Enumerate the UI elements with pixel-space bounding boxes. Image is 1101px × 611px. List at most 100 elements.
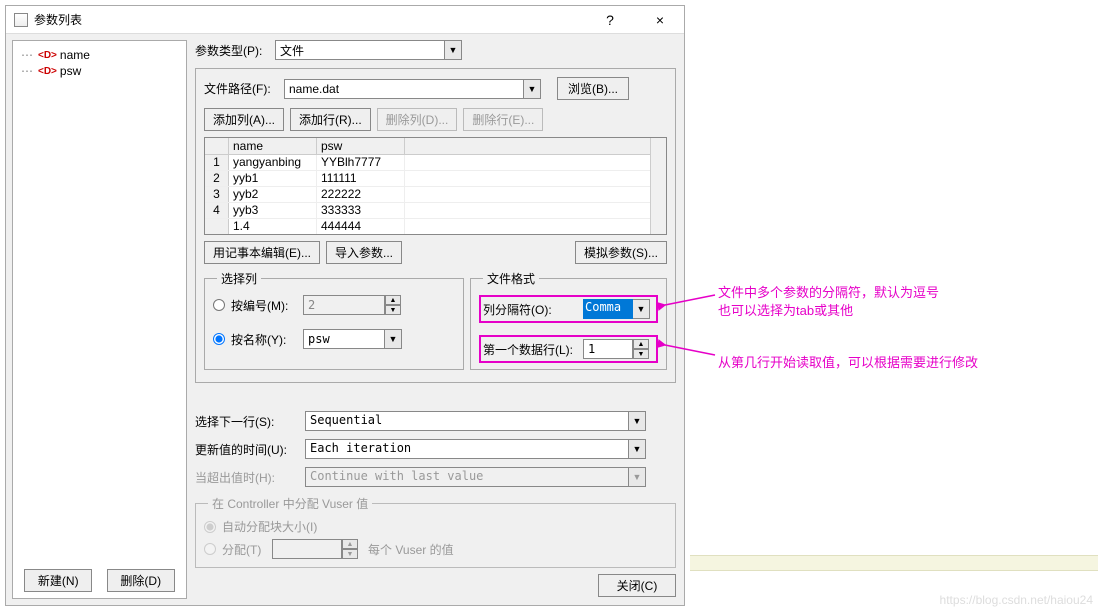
below-table-buttons: 用记事本编辑(E)... 导入参数... 模拟参数(S)... xyxy=(204,241,667,264)
vuser-legend: 在 Controller 中分配 Vuser 值 xyxy=(208,495,372,512)
table-row[interactable]: 3yyb2222222 xyxy=(205,187,650,203)
delimiter-row: 列分隔符(O): Comma ▼ xyxy=(479,295,658,323)
spin-down-icon: ▼ xyxy=(385,305,401,315)
param-tree[interactable]: ⋯ <D> name ⋯ <D> psw xyxy=(13,41,186,563)
th-rownum xyxy=(205,138,229,154)
vuser-spinner: ▲▼ xyxy=(342,539,358,559)
update-time-value: Each iteration xyxy=(305,439,629,459)
vuser-manual-radio xyxy=(204,543,216,555)
update-time-select[interactable]: Each iteration ▼ xyxy=(305,439,646,459)
chevron-down-icon[interactable]: ▼ xyxy=(629,411,646,431)
by-number-label: 按编号(M): xyxy=(231,297,303,314)
arrow-delimiter xyxy=(660,290,720,313)
titlebar: 参数列表 ? × xyxy=(6,6,684,34)
delimiter-select[interactable]: Comma ▼ xyxy=(583,299,650,319)
file-path-input[interactable]: ▼ xyxy=(284,79,541,99)
chevron-down-icon[interactable]: ▼ xyxy=(633,299,650,319)
annotation-firstrow: 从第几行开始读取值，可以根据需要进行修改 xyxy=(718,352,978,371)
annotation-delimiter-1: 文件中多个参数的分隔符，默认为逗号 xyxy=(718,282,939,301)
vuser-manual-row: 分配(T) ▲▼ 每个 Vuser 的值 xyxy=(204,539,667,559)
chevron-down-icon[interactable]: ▼ xyxy=(524,79,541,99)
by-name-radio[interactable] xyxy=(213,333,225,345)
file-format-fieldset: 文件格式 列分隔符(O): Comma ▼ 第一个数据行(L): ▲▼ xyxy=(470,270,667,370)
file-path-row: 文件路径(F): ▼ 浏览(B)... xyxy=(204,77,667,100)
import-params-button[interactable]: 导入参数... xyxy=(326,241,402,264)
table-body: 1yangyanbingYYBlh7777 2yyb1111111 3yyb22… xyxy=(205,155,650,235)
out-of-values-select: Continue with last value ▼ xyxy=(305,467,646,487)
watermark: https://blog.csdn.net/haiou24 xyxy=(940,593,1093,607)
tree-item-label: name xyxy=(60,48,90,62)
next-row-value: Sequential xyxy=(305,411,629,431)
select-column-fieldset: 选择列 按编号(M): ▲▼ 按名称(Y): ▼ xyxy=(204,270,464,370)
by-name-value[interactable] xyxy=(303,329,385,349)
file-path-label: 文件路径(F): xyxy=(204,80,284,97)
del-row-button: 删除行(E)... xyxy=(463,108,543,131)
table-row[interactable]: 1.4444444 xyxy=(205,219,650,235)
content: ⋯ <D> name ⋯ <D> psw 新建(N) 删除(D) 参数类型(P)… xyxy=(6,34,684,605)
table-row[interactable]: 4yyb3333333 xyxy=(205,203,650,219)
vuser-auto-row: 自动分配块大小(I) xyxy=(204,518,667,535)
window-icon xyxy=(14,13,28,27)
first-row-input[interactable] xyxy=(583,339,633,359)
notepad-edit-button[interactable]: 用记事本编辑(E)... xyxy=(204,241,320,264)
background-strip xyxy=(690,555,1098,571)
spin-up-icon[interactable]: ▲ xyxy=(633,339,649,349)
th-name[interactable]: name xyxy=(229,138,317,154)
add-col-button[interactable]: 添加列(A)... xyxy=(204,108,284,131)
tag-icon: <D> xyxy=(38,66,57,77)
chevron-down-icon[interactable]: ▼ xyxy=(385,329,402,349)
first-row-spinner[interactable]: ▲▼ xyxy=(633,339,649,359)
spin-down-icon[interactable]: ▼ xyxy=(633,349,649,359)
by-number-row: 按编号(M): ▲▼ xyxy=(213,295,455,315)
delete-button[interactable]: 删除(D) xyxy=(107,569,175,592)
select-column-legend: 选择列 xyxy=(217,270,261,287)
by-number-input xyxy=(303,295,385,315)
simulate-params-button[interactable]: 模拟参数(S)... xyxy=(575,241,667,264)
by-name-select[interactable]: ▼ xyxy=(303,329,402,349)
browse-button[interactable]: 浏览(B)... xyxy=(557,77,629,100)
by-number-radio[interactable] xyxy=(213,299,225,311)
close-button[interactable]: × xyxy=(640,7,680,33)
dialog-window: 参数列表 ? × ⋯ <D> name ⋯ <D> psw 新建(N) 删除(D… xyxy=(5,5,685,606)
table-row[interactable]: 2yyb1111111 xyxy=(205,171,650,187)
add-row-button[interactable]: 添加行(R)... xyxy=(290,108,371,131)
tree-item-psw[interactable]: ⋯ <D> psw xyxy=(17,63,182,79)
tag-icon: <D> xyxy=(38,50,57,61)
file-fieldset: 文件路径(F): ▼ 浏览(B)... 添加列(A)... 添加行(R)... … xyxy=(195,68,676,383)
vertical-scrollbar[interactable] xyxy=(650,138,666,234)
spin-down-icon: ▼ xyxy=(342,549,358,559)
delimiter-value: Comma xyxy=(583,299,633,319)
chevron-down-icon[interactable]: ▼ xyxy=(445,40,462,60)
arrow-firstrow xyxy=(660,340,720,363)
file-path-value[interactable] xyxy=(284,79,524,99)
table-header: name psw xyxy=(205,138,650,155)
chevron-down-icon[interactable]: ▼ xyxy=(629,439,646,459)
help-button[interactable]: ? xyxy=(590,7,630,33)
out-of-values-label: 当超出值时(H): xyxy=(195,469,305,486)
close-dialog-button[interactable]: 关闭(C) xyxy=(598,574,676,597)
next-row-select[interactable]: Sequential ▼ xyxy=(305,411,646,431)
out-of-values-row: 当超出值时(H): Continue with last value ▼ xyxy=(195,467,676,487)
file-format-legend: 文件格式 xyxy=(483,270,539,287)
next-row-row: 选择下一行(S): Sequential ▼ xyxy=(195,411,676,431)
vuser-auto-radio xyxy=(204,521,216,533)
vuser-manual-input xyxy=(272,539,342,559)
param-type-value: 文件 xyxy=(275,40,445,60)
spin-up-icon: ▲ xyxy=(342,539,358,549)
delimiter-label: 列分隔符(O): xyxy=(483,301,583,318)
out-of-values-value: Continue with last value xyxy=(305,467,629,487)
update-time-row: 更新值的时间(U): Each iteration ▼ xyxy=(195,439,676,459)
update-time-label: 更新值的时间(U): xyxy=(195,441,305,458)
vuser-auto-label: 自动分配块大小(I) xyxy=(222,518,317,535)
param-type-row: 参数类型(P): 文件 ▼ xyxy=(195,40,676,60)
vuser-manual-label: 分配(T) xyxy=(222,541,272,558)
new-button[interactable]: 新建(N) xyxy=(24,569,92,592)
tree-item-name[interactable]: ⋯ <D> name xyxy=(17,47,182,63)
table-row[interactable]: 1yangyanbingYYBlh7777 xyxy=(205,155,650,171)
data-table[interactable]: name psw 1yangyanbingYYBlh7777 2yyb11111… xyxy=(204,137,667,235)
first-row-row: 第一个数据行(L): ▲▼ xyxy=(479,335,658,363)
tree-expand-icon: ⋯ xyxy=(21,48,33,62)
param-type-select[interactable]: 文件 ▼ xyxy=(275,40,462,60)
th-psw[interactable]: psw xyxy=(317,138,405,154)
annotation-delimiter-2: 也可以选择为tab或其他 xyxy=(718,300,853,319)
